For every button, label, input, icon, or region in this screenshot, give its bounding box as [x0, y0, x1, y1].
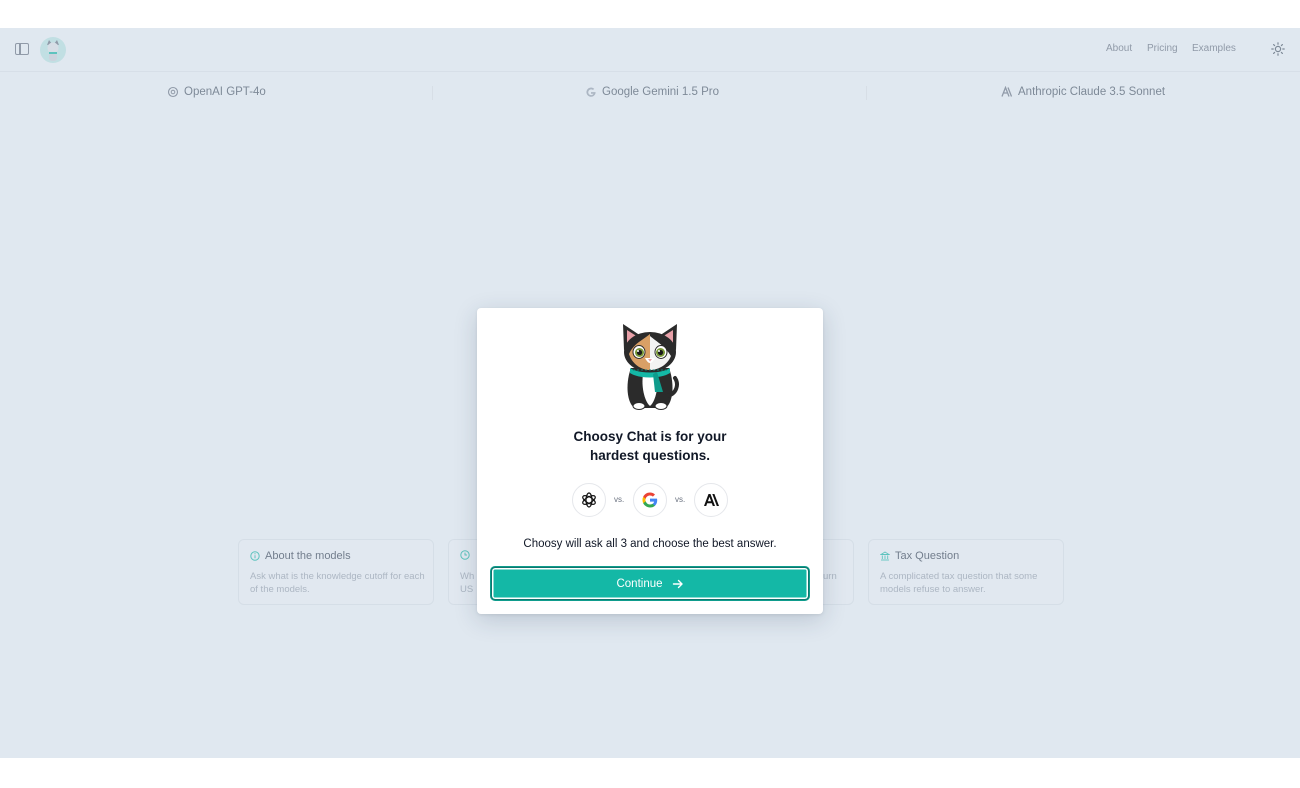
anthropic-icon [704, 494, 719, 506]
welcome-modal: Choosy Chat is for your hardest question… [477, 308, 823, 614]
anthropic-logo [694, 483, 728, 517]
modal-title-line: Choosy Chat is for your [573, 429, 727, 444]
vs-label: vs. [675, 495, 686, 504]
google-icon [642, 492, 658, 508]
openai-logo [572, 483, 606, 517]
modal-title: Choosy Chat is for your hardest question… [477, 427, 823, 465]
arrow-right-icon [672, 579, 683, 588]
openai-icon [582, 492, 596, 508]
continue-button[interactable]: Continue [491, 567, 809, 600]
vs-label: vs. [614, 495, 625, 504]
cat-mascot-icon [623, 324, 679, 410]
google-logo [633, 483, 667, 517]
modal-subtitle: Choosy will ask all 3 and choose the bes… [523, 538, 777, 550]
modal-title-line: hardest questions. [589, 448, 711, 463]
continue-label: Continue [616, 577, 663, 590]
